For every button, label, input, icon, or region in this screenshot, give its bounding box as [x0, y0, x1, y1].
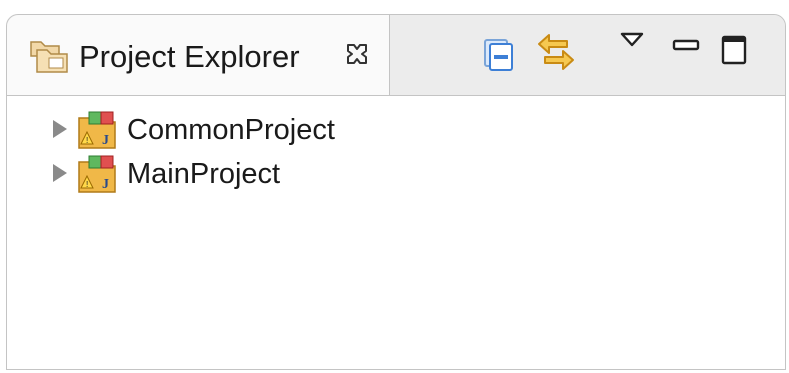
link-with-editor-icon[interactable] — [533, 29, 579, 75]
svg-text:J: J — [102, 133, 109, 148]
maximize-icon[interactable] — [719, 33, 749, 67]
view-tab-bar: Project Explorer — [7, 15, 785, 95]
tree-item-commonproject[interactable]: ! J CommonProject — [7, 110, 407, 150]
close-icon[interactable] — [343, 40, 371, 68]
minimize-icon[interactable] — [671, 37, 701, 53]
tree-item-mainproject[interactable]: ! J MainProject — [7, 154, 407, 194]
svg-text:J: J — [102, 177, 109, 192]
tree-item-label: MainProject — [127, 158, 281, 190]
project-explorer-icon — [30, 41, 68, 73]
project-icon: ! J — [78, 111, 116, 149]
svg-text:!: ! — [86, 136, 88, 145]
svg-text:!: ! — [86, 180, 88, 189]
project-explorer-view: Project Explorer ! J CommonProject ! J M… — [6, 14, 786, 370]
view-menu-icon[interactable] — [619, 31, 645, 49]
tree-item-label: CommonProject — [127, 114, 335, 146]
tree-viewer[interactable]: ! J CommonProject ! J MainProject — [7, 95, 785, 369]
expand-arrow-icon[interactable] — [53, 120, 67, 138]
expand-arrow-icon[interactable] — [53, 164, 67, 182]
collapse-all-icon[interactable] — [481, 37, 517, 73]
project-icon: ! J — [78, 155, 116, 193]
tab-title: Project Explorer — [79, 39, 300, 74]
tab-project-explorer[interactable]: Project Explorer — [7, 15, 390, 95]
